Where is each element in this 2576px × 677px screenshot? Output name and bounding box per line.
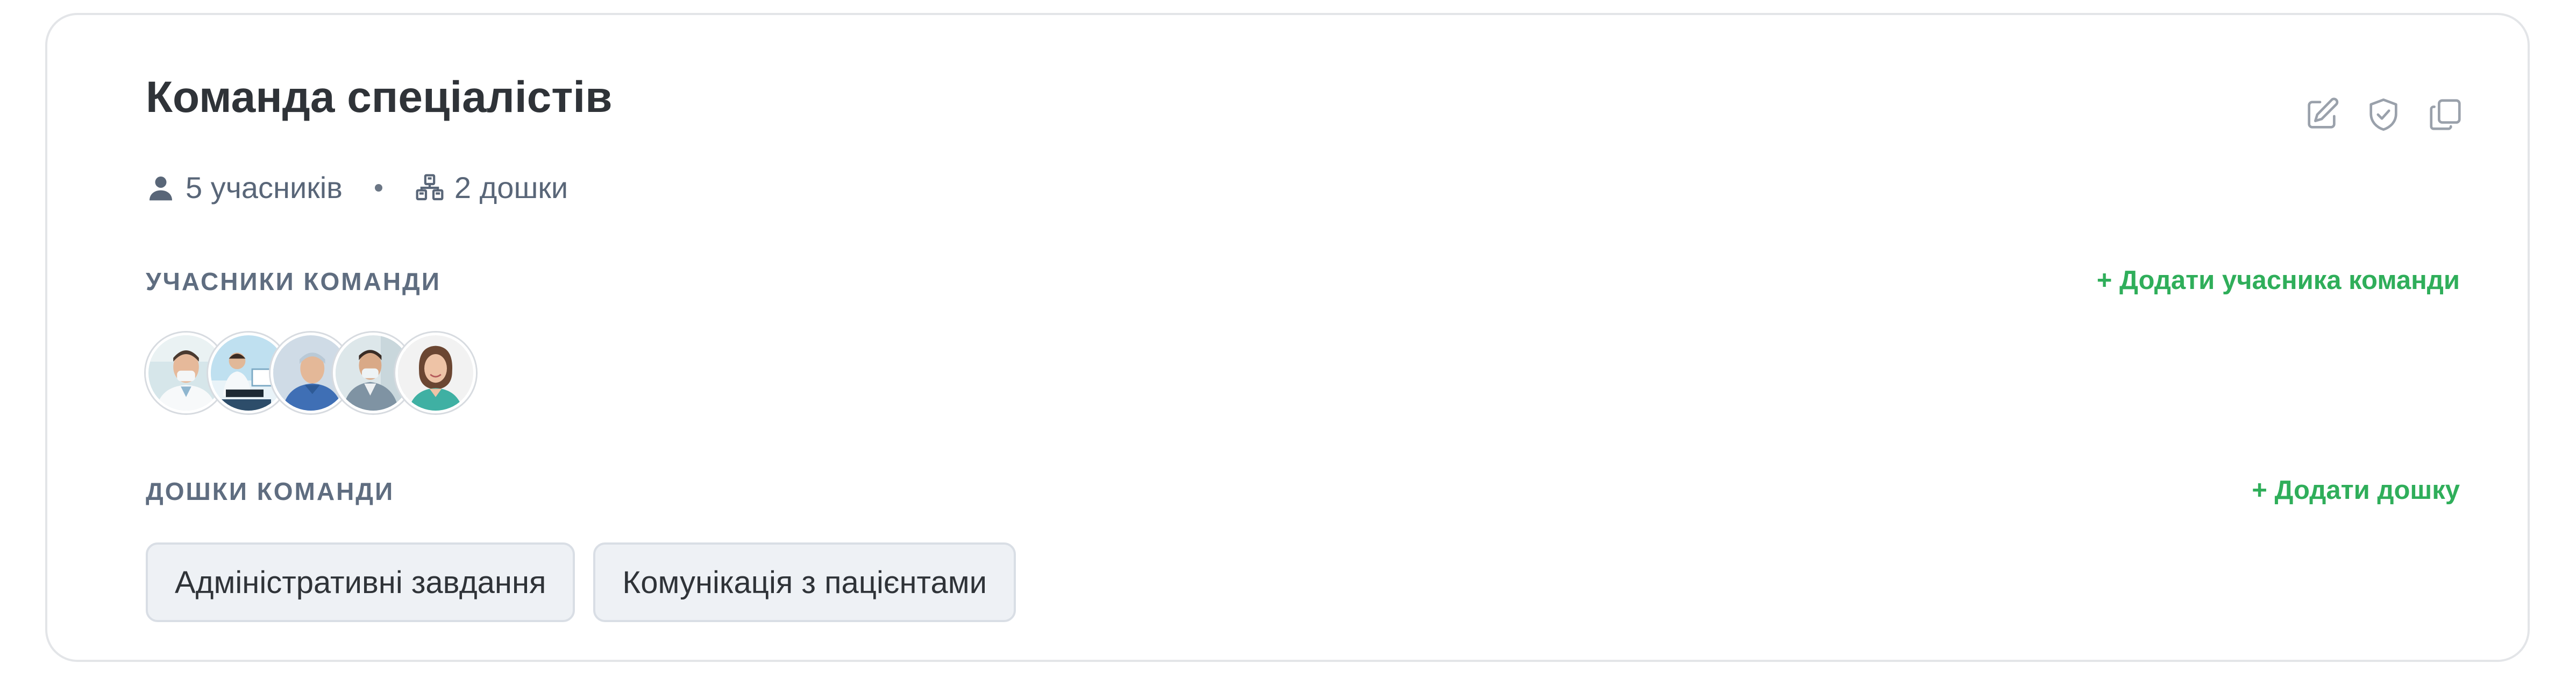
shield-check-icon: [2369, 98, 2397, 131]
edit-button[interactable]: [2303, 96, 2340, 133]
boards-section-label: Дошки команди: [146, 477, 395, 505]
add-board-link[interactable]: + Додати дошку: [2252, 475, 2460, 505]
members-count: 5 учасників: [146, 170, 343, 205]
board-chip-admin-tasks[interactable]: Адміністративні завдання: [146, 542, 575, 622]
team-meta: 5 учасників 2 дошки: [146, 170, 568, 205]
boards-icon: [415, 173, 445, 203]
nurse-avatar-icon: [398, 335, 473, 411]
boards-count-text: 2 дошки: [454, 171, 568, 204]
team-title: Команда спеціалістів: [146, 73, 613, 122]
meta-separator: [374, 184, 382, 192]
members-section-label: Учасники команди: [146, 267, 441, 295]
card-actions: [2303, 96, 2464, 133]
team-card: Команда спеціалістів 5 учасників 2 дошки…: [45, 13, 2530, 662]
user-icon: [146, 173, 176, 203]
avatar[interactable]: [395, 333, 476, 413]
board-chip-patient-communication[interactable]: Комунікація з пацієнтами: [593, 542, 1016, 622]
copy-icon: [2430, 99, 2461, 130]
verify-button[interactable]: [2365, 96, 2402, 133]
boards-count: 2 дошки: [415, 170, 568, 205]
team-boards: Адміністративні завдання Комунікація з п…: [146, 542, 1016, 622]
edit-icon: [2308, 97, 2339, 129]
copy-button[interactable]: [2426, 96, 2464, 133]
member-avatars: [146, 333, 476, 413]
add-member-link[interactable]: + Додати учасника команди: [2097, 265, 2460, 295]
members-count-text: 5 учасників: [186, 171, 343, 204]
